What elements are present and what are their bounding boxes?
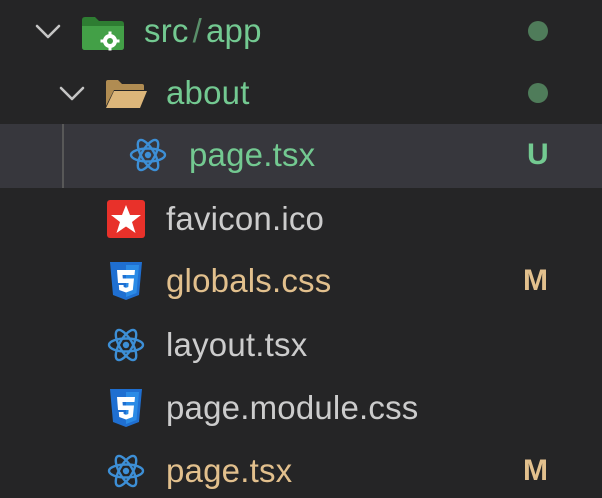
modified-badge: M (523, 454, 548, 487)
modified-dot (528, 83, 548, 103)
tree-item-page-module-css[interactable]: page.module.css (0, 377, 602, 439)
tree-item-layout-tsx[interactable]: layout.tsx (0, 314, 602, 376)
folder-app-icon (82, 17, 124, 51)
tree-item-label: layout.tsx (166, 326, 308, 363)
untracked-badge: U (527, 138, 549, 171)
react-icon (129, 138, 167, 172)
path-segment-app: app (205, 12, 262, 49)
tree-item-label: favicon.ico (166, 200, 325, 237)
css3-icon (110, 262, 142, 300)
tree-item-label: src / app (144, 11, 262, 51)
tree-item-label: globals.css (166, 262, 332, 299)
tree-item-globals-css[interactable]: globals.css M (0, 250, 602, 312)
react-icon (107, 328, 145, 362)
folder-open-icon (106, 80, 147, 108)
css3-icon (110, 389, 142, 427)
tree-item-src-app[interactable]: src / app (0, 0, 602, 62)
path-segment-src: src (144, 12, 189, 49)
react-icon (107, 454, 145, 488)
path-separator: / (192, 12, 202, 49)
chevron-down-icon[interactable] (34, 17, 62, 45)
tree-item-label: page.module.css (166, 389, 419, 426)
tree-item-label: page.tsx (166, 452, 293, 489)
tree-item-favicon-ico[interactable]: favicon.ico (0, 188, 602, 250)
favicon-star-icon (107, 200, 145, 238)
modified-dot (528, 21, 548, 41)
indent-guide (62, 124, 64, 188)
tree-item-about[interactable]: about (0, 62, 602, 124)
modified-badge: M (523, 264, 548, 297)
tree-item-page-tsx[interactable]: page.tsx M (0, 440, 602, 498)
file-explorer-tree: src / app about page.tsx U favicon.ico g… (0, 0, 602, 498)
tree-item-label: page.tsx (189, 136, 316, 173)
tree-item-label: about (166, 74, 250, 111)
tree-item-page-tsx-selected[interactable]: page.tsx U (0, 124, 602, 188)
chevron-down-icon[interactable] (58, 79, 86, 107)
